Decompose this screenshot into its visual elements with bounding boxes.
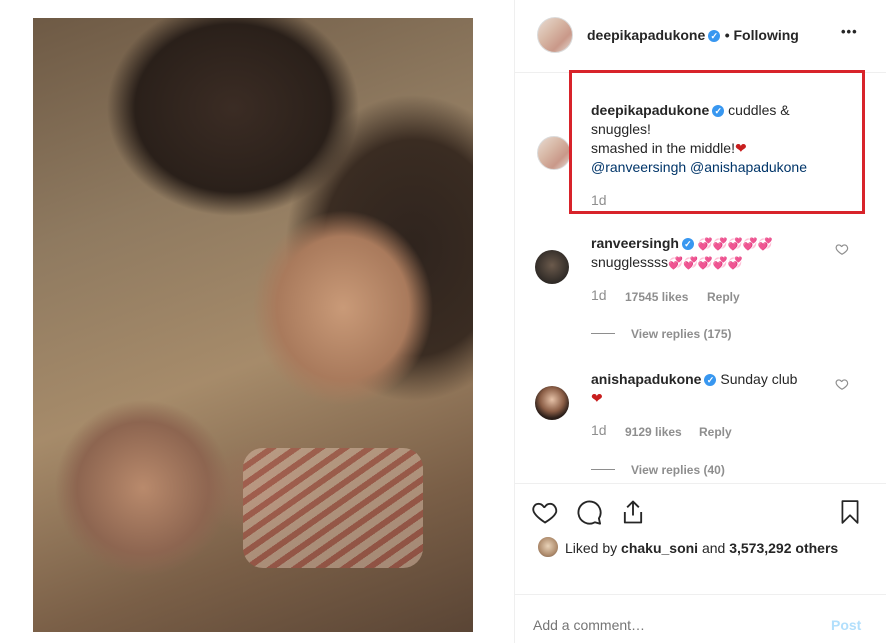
comment-2-line1: anishapadukone ✓ Sunday club [591, 370, 797, 388]
likes-count[interactable]: 3,573,292 others [729, 540, 838, 556]
share-icon[interactable] [619, 498, 647, 526]
comment-likes[interactable]: 9129 likes [625, 425, 682, 439]
photo-pane [0, 0, 514, 643]
post-photo[interactable] [33, 18, 473, 632]
liker-username[interactable]: chaku_soni [621, 540, 698, 556]
author-avatar[interactable] [537, 17, 573, 53]
heart-icon[interactable] [531, 498, 559, 526]
comment-1-line1: ranveersingh ✓ 💞💞💞💞💞 [591, 234, 773, 253]
comment-avatar[interactable] [535, 386, 569, 420]
heart-emojis: 💞💞💞💞💞 [668, 256, 743, 270]
verified-icon: ✓ [708, 29, 721, 42]
verified-icon: ✓ [704, 374, 717, 387]
comment-composer: Post [515, 594, 886, 644]
bookmark-icon[interactable] [837, 498, 863, 526]
reply-button[interactable]: Reply [707, 290, 740, 304]
photo-shirt-stripes [243, 448, 423, 568]
comment-username[interactable]: ranveersingh [591, 235, 679, 251]
comment-avatar[interactable] [535, 250, 569, 284]
comment-time[interactable]: 1d [591, 287, 607, 303]
post-header: deepikapadukone ✓ • Following ••• [515, 0, 886, 73]
caption-highlight-box [569, 70, 865, 214]
comment-time[interactable]: 1d [591, 422, 607, 438]
likes-middle: and [698, 540, 730, 556]
comment-1-line2: snugglessss💞💞💞💞💞 [591, 253, 743, 272]
follow-status[interactable]: • Following [725, 27, 799, 43]
verified-icon: ✓ [681, 238, 694, 251]
likes-summary: Liked by chaku_soni and 3,573,292 others [565, 539, 838, 557]
heart-emojis: 💞💞💞💞💞 [697, 237, 773, 251]
red-heart-emoji: ❤ [591, 390, 603, 406]
author-username[interactable]: deepikapadukone [587, 27, 705, 43]
like-comment-heart-icon[interactable] [835, 242, 849, 256]
like-comment-heart-icon[interactable] [835, 377, 849, 391]
view-replies-button[interactable]: View replies (40) [631, 463, 725, 477]
replies-divider [591, 469, 615, 470]
replies-divider [591, 333, 615, 334]
likes-prefix: Liked by [565, 540, 622, 556]
comment-text: snugglessss [591, 254, 669, 270]
view-replies-button[interactable]: View replies (175) [631, 327, 732, 341]
comment-username[interactable]: anishapadukone [591, 371, 701, 387]
author-line: deepikapadukone ✓ • Following [587, 26, 799, 45]
post-button[interactable]: Post [831, 617, 861, 633]
reply-button[interactable]: Reply [699, 425, 732, 439]
post-actions: Liked by chaku_soni and 3,573,292 others [515, 483, 886, 584]
comment-text: Sunday club [720, 371, 798, 387]
comment-likes[interactable]: 17545 likes [625, 290, 688, 304]
liker-avatar[interactable] [537, 536, 559, 558]
more-icon[interactable]: ••• [841, 24, 858, 39]
post-sidebar: deepikapadukone ✓ • Following ••• deepika… [514, 0, 886, 643]
comment-icon[interactable] [575, 498, 603, 526]
caption-avatar[interactable] [537, 136, 571, 170]
comment-input[interactable] [533, 617, 793, 633]
